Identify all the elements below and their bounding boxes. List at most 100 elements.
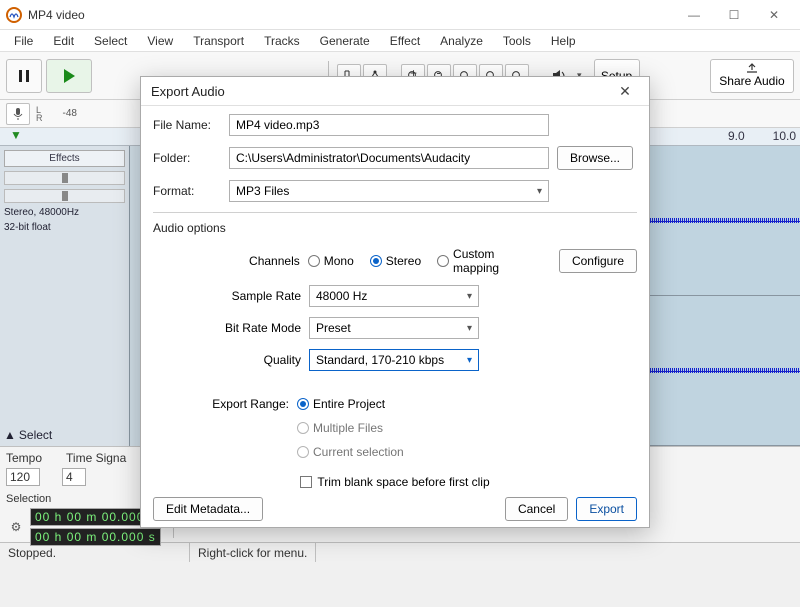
menu-effect[interactable]: Effect	[380, 32, 430, 50]
quality-select[interactable]: Standard, 170-210 kbps ▾	[309, 349, 479, 371]
status-bar: Stopped. Right-click for menu.	[0, 542, 800, 562]
audio-options-label: Audio options	[153, 221, 637, 235]
window-title: MP4 video	[28, 8, 674, 22]
window-titlebar: MP4 video — ☐ ✕	[0, 0, 800, 30]
configure-button[interactable]: Configure	[559, 249, 637, 273]
format-label: Format:	[153, 184, 221, 198]
share-label: Share Audio	[719, 74, 784, 88]
radio-label: Current selection	[313, 445, 404, 459]
timesig-value: 4	[66, 470, 73, 484]
radio-label: Custom mapping	[453, 247, 543, 275]
bitratemode-value: Preset	[316, 321, 351, 335]
menu-tools[interactable]: Tools	[493, 32, 541, 50]
pan-slider[interactable]	[4, 189, 125, 203]
radio-label: Stereo	[386, 254, 421, 268]
samplerate-value: 48000 Hz	[316, 289, 367, 303]
export-button[interactable]: Export	[576, 497, 637, 521]
chevron-down-icon: ▾	[537, 186, 542, 197]
menu-edit[interactable]: Edit	[43, 32, 84, 50]
menu-bar: File Edit Select View Transport Tracks G…	[0, 30, 800, 52]
edit-metadata-button[interactable]: Edit Metadata...	[153, 497, 263, 521]
folder-value: C:\Users\Administrator\Documents\Audacit…	[236, 151, 470, 165]
meter-lr-label: LR	[36, 106, 43, 122]
format-value: MP3 Files	[236, 184, 289, 198]
samplerate-label: Sample Rate	[153, 289, 301, 303]
ruler-tick: 9.0	[728, 129, 745, 143]
pause-button[interactable]	[6, 59, 42, 93]
channels-label: Channels	[153, 254, 300, 268]
timesig-input[interactable]: 4	[62, 468, 86, 486]
chevron-down-icon: ▾	[467, 291, 472, 302]
selection-label: Selection	[6, 493, 161, 505]
selection-settings-icon[interactable]: ⚙	[6, 520, 26, 534]
effects-button[interactable]: Effects	[4, 150, 125, 167]
range-multiple-radio[interactable]: Multiple Files	[297, 421, 383, 435]
samplerate-select[interactable]: 48000 Hz ▾	[309, 285, 479, 307]
meter-db-text: -48	[63, 108, 77, 119]
menu-tracks[interactable]: Tracks	[254, 32, 310, 50]
range-current-radio[interactable]: Current selection	[297, 445, 404, 459]
cancel-button[interactable]: Cancel	[505, 497, 568, 521]
filename-input[interactable]: MP4 video.mp3	[229, 114, 549, 136]
share-audio-button[interactable]: Share Audio	[710, 59, 794, 93]
checkbox-label: Trim blank space before first clip	[317, 475, 489, 489]
select-label: Select	[19, 428, 52, 442]
selection-start-value: 00 h 00 m 00.000 s	[35, 510, 156, 524]
menu-view[interactable]: View	[137, 32, 183, 50]
upload-icon	[745, 63, 759, 73]
filename-value: MP4 video.mp3	[236, 118, 319, 132]
track-info-format: 32-bit float	[4, 222, 125, 233]
status-left: Stopped.	[0, 543, 190, 562]
radio-label: Mono	[324, 254, 354, 268]
close-button[interactable]: ✕	[754, 0, 794, 30]
tempo-value: 120	[10, 470, 30, 484]
export-range-label: Export Range:	[153, 397, 289, 411]
folder-label: Folder:	[153, 151, 221, 165]
browse-button[interactable]: Browse...	[557, 146, 633, 170]
maximize-button[interactable]: ☐	[714, 0, 754, 30]
range-entire-radio[interactable]: Entire Project	[297, 397, 385, 411]
channels-stereo-radio[interactable]: Stereo	[370, 254, 421, 268]
playhead-icon[interactable]: ▼	[10, 128, 22, 142]
channels-custom-radio[interactable]: Custom mapping	[437, 247, 543, 275]
menu-file[interactable]: File	[4, 32, 43, 50]
quality-value: Standard, 170-210 kbps	[316, 353, 444, 367]
app-logo-icon	[6, 7, 22, 23]
format-select[interactable]: MP3 Files ▾	[229, 180, 549, 202]
track-info-rate: Stereo, 48000Hz	[4, 207, 125, 218]
track-select-button[interactable]: ▲ Select	[4, 428, 52, 442]
tempo-label: Tempo	[6, 451, 42, 465]
folder-input[interactable]: C:\Users\Administrator\Documents\Audacit…	[229, 147, 549, 169]
gain-slider[interactable]	[4, 171, 125, 185]
record-device-button[interactable]	[6, 103, 30, 125]
export-audio-dialog: Export Audio ✕ File Name: MP4 video.mp3 …	[140, 76, 650, 528]
chevron-down-icon: ▾	[467, 323, 472, 334]
audio-options-group: Audio options Channels Mono Stereo Custo…	[153, 212, 637, 489]
ruler-tick: 10.0	[773, 129, 796, 143]
quality-label: Quality	[153, 353, 301, 367]
timesig-label: Time Signa	[66, 451, 126, 465]
status-right: Right-click for menu.	[190, 543, 316, 562]
play-button[interactable]	[46, 59, 92, 93]
menu-select[interactable]: Select	[84, 32, 137, 50]
channels-mono-radio[interactable]: Mono	[308, 254, 354, 268]
selection-end-value: 00 h 00 m 00.000 s	[35, 530, 156, 544]
menu-generate[interactable]: Generate	[310, 32, 380, 50]
chevron-down-icon: ▾	[467, 355, 472, 366]
radio-label: Entire Project	[313, 397, 385, 411]
bitratemode-select[interactable]: Preset ▾	[309, 317, 479, 339]
bitratemode-label: Bit Rate Mode	[153, 321, 301, 335]
minimize-button[interactable]: —	[674, 0, 714, 30]
radio-label: Multiple Files	[313, 421, 383, 435]
menu-help[interactable]: Help	[541, 32, 586, 50]
track-control-panel[interactable]: Effects Stereo, 48000Hz 32-bit float ▲ S…	[0, 146, 130, 446]
collapse-icon: ▲	[4, 428, 16, 442]
trim-blank-checkbox[interactable]: Trim blank space before first clip	[300, 475, 489, 489]
tempo-input[interactable]: 120	[6, 468, 40, 486]
dialog-close-button[interactable]: ✕	[611, 77, 639, 105]
dialog-titlebar: Export Audio ✕	[141, 77, 649, 106]
menu-analyze[interactable]: Analyze	[430, 32, 493, 50]
dialog-title: Export Audio	[151, 84, 611, 99]
filename-label: File Name:	[153, 118, 221, 132]
menu-transport[interactable]: Transport	[183, 32, 254, 50]
